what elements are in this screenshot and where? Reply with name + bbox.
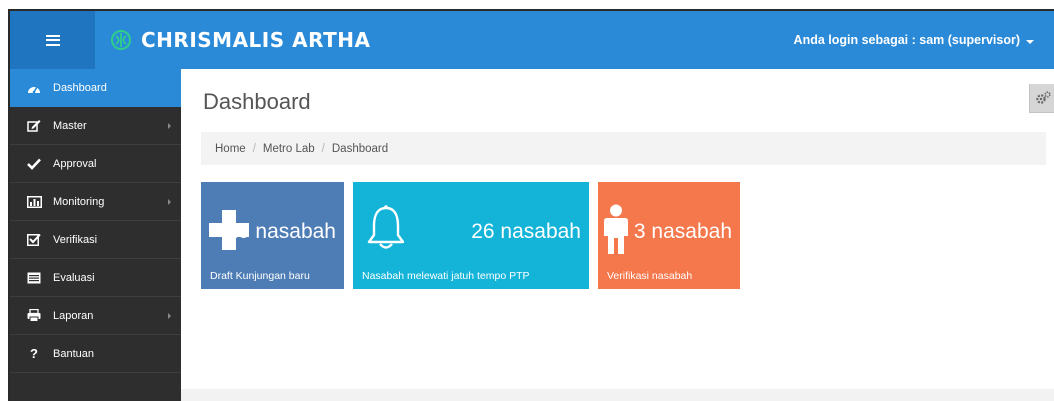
footer bbox=[181, 389, 1054, 401]
sidebar-item-laporan[interactable]: Laporan bbox=[10, 297, 181, 335]
sidebar-item-evaluasi[interactable]: Evaluasi bbox=[10, 259, 181, 297]
breadcrumb-separator: / bbox=[252, 142, 256, 155]
tile-verifikasi-nasabah[interactable]: 3 nasabah Verifikasi nasabah bbox=[598, 182, 740, 289]
check-icon bbox=[26, 157, 42, 171]
sidebar-item-label: Monitoring bbox=[53, 195, 105, 208]
sidebar-item-label: Evaluasi bbox=[53, 271, 95, 284]
sidebar-item-label: Approval bbox=[53, 157, 97, 170]
sidebar-item-label: Bantuan bbox=[53, 347, 94, 360]
sidebar-item-approval[interactable]: Approval bbox=[10, 145, 181, 183]
chevron-right-icon bbox=[168, 199, 171, 205]
breadcrumb-home[interactable]: Home bbox=[215, 143, 246, 155]
list-icon bbox=[26, 271, 42, 285]
bar-chart-icon bbox=[26, 195, 42, 209]
user-login-label: Anda login sebagai : sam (supervisor) bbox=[793, 33, 1020, 47]
brand-logo-icon bbox=[111, 30, 131, 50]
top-navbar: CHRISMALIS ARTHA Anda login sebagai : sa… bbox=[10, 11, 1054, 69]
bell-icon bbox=[367, 205, 405, 249]
gears-icon bbox=[1036, 91, 1051, 104]
edit-icon bbox=[26, 119, 42, 133]
sidebar-item-label: Verifikasi bbox=[53, 233, 98, 246]
tile-caption: Draft Kunjungan baru bbox=[210, 270, 310, 282]
sidebar: Dashboard Master Approval Monitoring Ver… bbox=[10, 69, 181, 401]
breadcrumb-current: Dashboard bbox=[331, 142, 389, 155]
tile-value: 3 nasabah bbox=[633, 220, 732, 243]
tile-caption: Nasabah melewati jatuh tempo PTP bbox=[362, 270, 530, 282]
sidebar-item-label: Laporan bbox=[53, 309, 94, 322]
tile-jatuh-tempo-ptp[interactable]: 26 nasabah Nasabah melewati jatuh tempo … bbox=[353, 182, 589, 289]
tile-draft-kunjungan[interactable]: 20 nasabah Draft Kunjungan baru bbox=[201, 182, 344, 289]
sidebar-item-label: Dashboard bbox=[53, 81, 107, 94]
tile-value: 26 nasabah bbox=[471, 220, 581, 243]
sidebar-item-monitoring[interactable]: Monitoring bbox=[10, 183, 181, 221]
dashboard-icon bbox=[26, 81, 42, 95]
print-icon bbox=[26, 309, 42, 323]
breadcrumb-metro-lab[interactable]: Metro Lab bbox=[263, 143, 315, 155]
chevron-right-icon bbox=[168, 123, 171, 129]
main-content: Dashboard Home / Metro Lab / Dashboard 2… bbox=[181, 69, 1054, 401]
page-title: Dashboard bbox=[203, 89, 311, 114]
tile-value: 20 nasabah bbox=[226, 220, 336, 243]
app-window: CHRISMALIS ARTHA Anda login sebagai : sa… bbox=[8, 9, 1054, 401]
sidebar-item-bantuan[interactable]: ? Bantuan bbox=[10, 335, 181, 373]
check-square-icon bbox=[26, 233, 42, 247]
breadcrumb: Home / Metro Lab / Dashboard bbox=[201, 132, 1046, 165]
question-icon: ? bbox=[30, 346, 38, 361]
sidebar-item-label: Master bbox=[53, 119, 87, 132]
settings-button[interactable] bbox=[1029, 84, 1054, 113]
caret-down-icon bbox=[1026, 39, 1034, 44]
sidebar-toggle-button[interactable] bbox=[10, 11, 95, 69]
breadcrumb-separator: / bbox=[321, 142, 325, 155]
sidebar-item-dashboard[interactable]: Dashboard bbox=[10, 69, 181, 107]
user-menu[interactable]: Anda login sebagai : sam (supervisor) bbox=[794, 11, 1034, 69]
person-icon bbox=[604, 204, 628, 254]
tile-caption: Verifikasi nasabah bbox=[607, 270, 693, 282]
sidebar-item-verifikasi[interactable]: Verifikasi bbox=[10, 221, 181, 259]
brand[interactable]: CHRISMALIS ARTHA bbox=[110, 11, 370, 69]
hamburger-icon bbox=[45, 34, 60, 46]
chevron-right-icon bbox=[168, 313, 171, 319]
sidebar-item-master[interactable]: Master bbox=[10, 107, 181, 145]
brand-name: CHRISMALIS ARTHA bbox=[141, 28, 371, 52]
